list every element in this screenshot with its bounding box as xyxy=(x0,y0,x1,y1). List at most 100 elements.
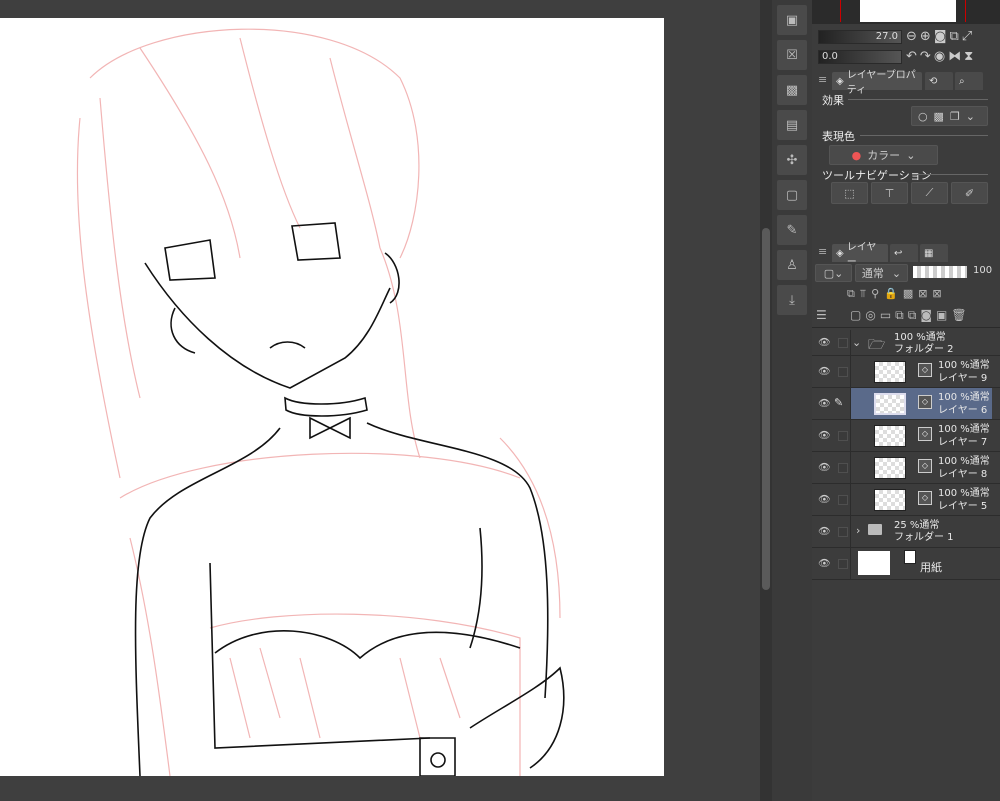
folder-expand-icon[interactable]: ✣ xyxy=(777,145,807,175)
layer-row-5[interactable]: 👁 ◇ 100 %通常 レイヤー 5 xyxy=(812,484,1000,516)
folder-download-icon[interactable]: ⤓ xyxy=(777,285,807,315)
trash-icon: 🗑 xyxy=(951,308,971,322)
folder-frame-icon[interactable]: ▤ xyxy=(777,110,807,140)
flip-horizontal-icon[interactable]: ⧓ xyxy=(948,49,964,64)
layer-thumbnail xyxy=(874,457,906,479)
eye-icon[interactable]: 👁 xyxy=(818,558,831,569)
folder-close-icon[interactable]: ☒ xyxy=(777,40,807,70)
edit-target-checkbox[interactable] xyxy=(838,366,848,377)
paper-thumbnail xyxy=(858,551,890,575)
layer-property-icon: ◈ xyxy=(836,75,844,87)
effect-label: 効果 xyxy=(822,94,844,107)
zoom-out-icon[interactable]: ⊖ xyxy=(906,29,920,44)
edit-target-checkbox[interactable] xyxy=(838,430,848,441)
rotate-left-icon[interactable]: ↶ xyxy=(906,49,920,64)
edit-target-checkbox[interactable] xyxy=(838,337,848,348)
actual-size-icon[interactable]: ⧉ xyxy=(949,29,961,44)
folder-people-icon[interactable]: ♙ xyxy=(777,250,807,280)
layer-row-6[interactable]: 👁 ✎ ◇ 100 %通常 レイヤー 6 xyxy=(812,388,1000,420)
flip-vertical-icon[interactable]: ⧗ xyxy=(964,49,976,64)
layer-row-8[interactable]: 👁 ◇ 100 %通常 レイヤー 8 xyxy=(812,452,1000,484)
edit-target-checkbox[interactable] xyxy=(838,494,848,505)
folder-closed-icon xyxy=(868,524,882,535)
eye-icon[interactable]: 👁 xyxy=(818,526,831,537)
zoom-in-icon[interactable]: ⊕ xyxy=(920,29,934,44)
layer-thumbnail xyxy=(874,361,906,383)
reset-rotation-icon[interactable]: ◉ xyxy=(934,49,948,64)
menu-icon[interactable]: ≡ xyxy=(818,73,827,86)
tool-nav-ruler-button[interactable]: ⊤ xyxy=(871,182,908,204)
fit-window-icon[interactable]: ⤢ xyxy=(962,29,975,44)
layer-row-folder-1[interactable]: 👁 › 25 %通常 フォルダー 1 xyxy=(812,516,1000,548)
opacity-value[interactable]: 100 xyxy=(973,265,992,276)
eye-icon[interactable]: 👁 xyxy=(818,398,831,409)
layer-color-select[interactable]: ▢⌄ xyxy=(815,264,852,282)
vector-layer-icon: ◇ xyxy=(918,395,932,409)
tab-layer-property[interactable]: ◈ レイヤープロパティ xyxy=(832,70,922,96)
tab-animation[interactable]: ▦ xyxy=(920,244,948,262)
chevron-down-icon: ⌄ xyxy=(906,148,916,162)
eye-icon[interactable]: 👁 xyxy=(818,462,831,473)
expression-color-select[interactable]: ● カラー ⌄ xyxy=(829,145,938,165)
layer-menu-icon[interactable]: ≡ xyxy=(818,245,827,258)
chevron-right-icon[interactable]: › xyxy=(856,524,860,537)
tool-nav-pen-button[interactable]: ✐ xyxy=(951,182,988,204)
eye-icon[interactable]: 👁 xyxy=(818,366,831,377)
edit-target-checkbox[interactable] xyxy=(838,526,848,537)
paper-layer-icon xyxy=(904,550,916,564)
tool-nav-object-button[interactable]: ⬚ xyxy=(831,182,868,204)
vector-layer-icon: ◇ xyxy=(918,459,932,473)
tab-search[interactable]: ⌕ xyxy=(955,72,983,90)
layer-action-buttons[interactable]: ▢◎▭⧉⧉◙▣🗑 xyxy=(850,308,971,323)
folder-import-icon[interactable]: ▣ xyxy=(777,5,807,35)
eye-icon[interactable]: 👁 xyxy=(818,337,831,348)
vector-layer-icon: ◇ xyxy=(918,491,932,505)
drawing-canvas[interactable] xyxy=(0,18,664,776)
zoom-buttons[interactable]: ⊖⊕◙⧉⤢ xyxy=(906,29,975,44)
pen-edit-icon[interactable]: ✎ xyxy=(834,396,843,409)
mask-icon: ◙ xyxy=(920,308,936,322)
edit-target-checkbox[interactable] xyxy=(838,558,848,569)
quick-access-bar: ▣ ☒ ▩ ▤ ✣ ▢ ✎ ♙ ⤓ xyxy=(772,0,812,801)
rotate-right-icon[interactable]: ↷ xyxy=(920,49,934,64)
color-circles-icon: ● xyxy=(851,148,862,162)
chevron-down-icon[interactable]: ⌄ xyxy=(852,336,861,349)
tab-layer[interactable]: ◈ レイヤー xyxy=(832,242,888,268)
tool-navigation-label: ツールナビゲーション xyxy=(822,169,932,182)
effect-buttons[interactable]: ○▩❐⌄ xyxy=(911,106,988,126)
layer-thumbnail xyxy=(874,489,906,511)
apply-mask-icon: ▣ xyxy=(935,308,952,322)
zoom-slider[interactable]: 27.0 xyxy=(818,30,902,44)
folder-open-icon: 🗁 xyxy=(868,337,886,353)
navigator-thumbnail xyxy=(860,0,956,22)
layer-row-paper[interactable]: 👁 用紙 xyxy=(812,548,1000,580)
layer-row-7[interactable]: 👁 ◇ 100 %通常 レイヤー 7 xyxy=(812,420,1000,452)
layers-icon: ◈ xyxy=(836,247,844,259)
layer-row-9[interactable]: 👁 ◇ 100 %通常 レイヤー 9 xyxy=(812,356,1000,388)
layer-thumbnail xyxy=(874,425,906,447)
vector-layer-icon: ◇ xyxy=(918,363,932,377)
layer-list-icon[interactable]: ☰ xyxy=(816,308,827,322)
scrollbar-thumb[interactable] xyxy=(762,228,770,590)
folder-edit-icon[interactable]: ✎ xyxy=(777,215,807,245)
tab-history[interactable]: ↩ xyxy=(890,244,918,262)
layer-thumbnail xyxy=(874,393,906,415)
tab-sub-view[interactable]: ⟲ xyxy=(925,72,953,90)
tool-nav-vector-button[interactable]: ⟋ xyxy=(911,182,948,204)
expression-color-label: 表現色 xyxy=(822,130,855,143)
eye-icon[interactable]: 👁 xyxy=(818,494,831,505)
vector-layer-icon: ◇ xyxy=(918,427,932,441)
new-vector-layer-icon: ◎ xyxy=(865,308,880,322)
opacity-slider[interactable] xyxy=(913,266,967,278)
layer-lock-tools[interactable]: ⧉⫪⚲🔒▩⊠⊠ xyxy=(847,287,947,301)
folder-page-icon[interactable]: ▢ xyxy=(777,180,807,210)
layer-row-folder-2[interactable]: 👁 ⌄ 🗁 100 %通常 フォルダー 2 xyxy=(812,330,1000,356)
folder-tone-icon[interactable]: ▩ xyxy=(777,75,807,105)
blend-mode-select[interactable]: 通常 ⌄ xyxy=(855,264,908,282)
rotation-slider[interactable]: 0.0 xyxy=(818,50,902,64)
rotate-buttons[interactable]: ↶↷◉⧓⧗ xyxy=(906,49,976,64)
eye-icon[interactable]: 👁 xyxy=(818,430,831,441)
fit-icon[interactable]: ◙ xyxy=(934,29,950,44)
sketch-drawing xyxy=(76,28,565,776)
edit-target-checkbox[interactable] xyxy=(838,462,848,473)
